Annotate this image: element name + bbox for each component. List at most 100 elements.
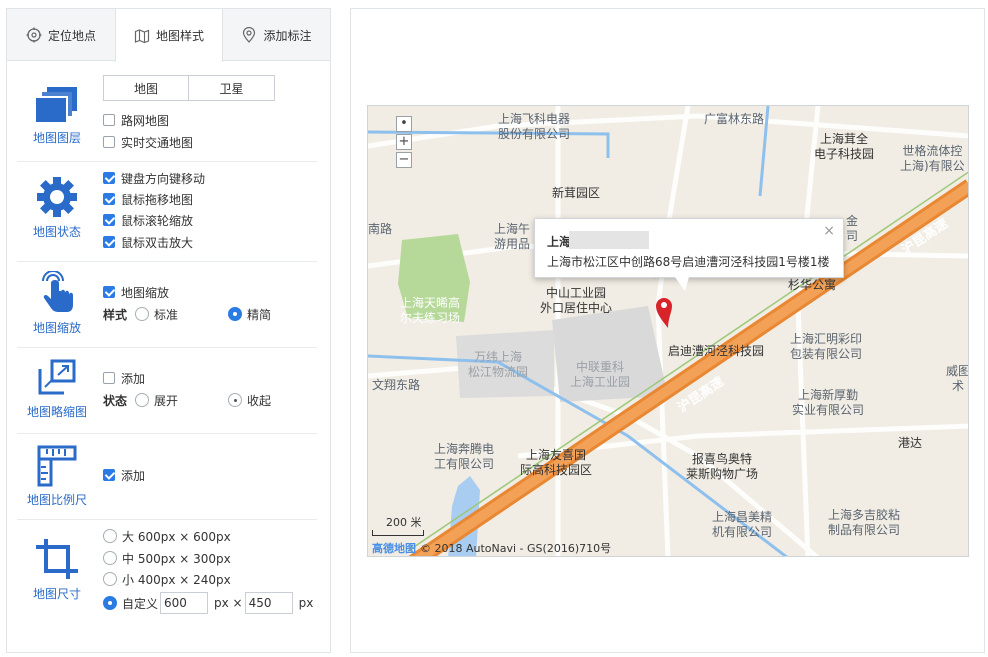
size-small-option[interactable]: 小 400px × 240px <box>103 570 231 588</box>
ruler-icon <box>37 445 77 487</box>
double-click-zoom-option[interactable]: 鼠标双击放大 <box>103 233 193 251</box>
size-custom-radio[interactable] <box>103 596 117 610</box>
wheel-zoom-option[interactable]: 鼠标滚轮缩放 <box>103 211 193 229</box>
size-section-icon: 地图尺寸 <box>21 537 93 602</box>
map-preview[interactable]: • + − 上海飞科电器 股份有限公司 广富林东路 上海茸全 电子科技园 世格流体控… <box>367 105 969 557</box>
divider <box>17 261 317 262</box>
wheel-zoom-checkbox[interactable] <box>103 214 115 226</box>
zoom-out-button[interactable]: − <box>396 152 412 168</box>
settings-panel: 定位地点 地图样式 添加标注 地图图层 地图 卫星 路网地图 实时交通地图 地图… <box>6 8 331 653</box>
tab-add-marker[interactable]: 添加标注 <box>223 9 330 61</box>
overview-add-checkbox[interactable] <box>103 372 115 384</box>
layer-section-icon: 地图图层 <box>21 85 93 146</box>
double-click-zoom-checkbox[interactable] <box>103 236 115 248</box>
option-label: 大 600px × 600px <box>122 529 231 544</box>
road-map-option[interactable]: 路网地图 <box>103 111 169 129</box>
option-label: 添加 <box>121 468 146 483</box>
road-name-label: 文翔东路 <box>372 378 421 392</box>
layer-section-label: 地图图层 <box>32 131 81 145</box>
poi-label: 港达 <box>898 436 923 450</box>
size-large-radio[interactable] <box>103 529 117 543</box>
size-medium-radio[interactable] <box>103 551 117 565</box>
poi-label: 上海午 游用品 <box>494 222 531 251</box>
crop-icon <box>36 539 78 579</box>
option-label: 鼠标滚轮缩放 <box>121 213 194 228</box>
poi-label: 上海飞科电器 股份有限公司 <box>498 112 571 141</box>
option-label: 自定义 <box>122 596 159 611</box>
divider <box>17 161 317 162</box>
keyboard-move-checkbox[interactable] <box>103 172 115 184</box>
satellite-layer-button[interactable]: 卫星 <box>189 75 275 101</box>
size-custom-option: 自定义 600 px × 450 px <box>103 591 313 615</box>
scale-add-checkbox[interactable] <box>103 469 115 481</box>
compact-style-radio[interactable] <box>228 307 243 321</box>
drag-map-option[interactable]: 鼠标拖移地图 <box>103 190 193 208</box>
overview-state-row: 状态 展开 收起 <box>103 391 271 409</box>
divider <box>17 519 317 520</box>
scale-section-label: 地图比例尺 <box>26 493 87 507</box>
size-large-option[interactable]: 大 600px × 600px <box>103 527 231 545</box>
option-label: 标准 <box>154 307 179 322</box>
collapse-radio[interactable] <box>228 393 243 407</box>
tab-label: 地图样式 <box>155 29 204 43</box>
overview-add-option[interactable]: 添加 <box>103 369 145 387</box>
map-layer-button[interactable]: 地图 <box>103 75 189 101</box>
info-title: 上海 <box>547 235 572 249</box>
poi-label: 杉华公寓 <box>788 278 837 292</box>
tab-locate[interactable]: 定位地点 <box>7 9 115 61</box>
option-label: 鼠标双击放大 <box>121 235 194 250</box>
option-label: 鼠标拖移地图 <box>121 192 194 207</box>
poi-label: 上海奔腾电 工有限公司 <box>434 442 495 471</box>
scale-text: 200 米 <box>386 516 422 529</box>
size-medium-option[interactable]: 中 500px × 300px <box>103 549 231 567</box>
expand-radio[interactable] <box>135 393 150 407</box>
tab-bar: 定位地点 地图样式 添加标注 <box>7 9 330 62</box>
drag-map-checkbox[interactable] <box>103 193 115 205</box>
tab-map-style[interactable]: 地图样式 <box>115 9 223 62</box>
road-name-label: 南路 <box>368 222 393 236</box>
layers-icon <box>36 87 77 122</box>
option-label: 实时交通地图 <box>121 135 194 150</box>
map-icon <box>134 28 150 43</box>
amap-logo: 高德地图 <box>372 542 416 555</box>
poi-label: 上海友喜国 际高科技园区 <box>520 448 593 477</box>
gear-icon <box>37 177 77 217</box>
size-small-radio[interactable] <box>103 572 117 586</box>
info-address: 上海市松江区中创路68号启迪漕河泾科技园1号楼1楼 <box>547 255 830 269</box>
map-zoom-checkbox[interactable] <box>103 286 115 298</box>
zoom-in-button[interactable]: + <box>396 134 412 150</box>
divider <box>17 433 317 434</box>
poi-label: 上海茸全 电子科技园 <box>814 132 875 161</box>
map-zoom-option[interactable]: 地图缩放 <box>103 283 169 301</box>
compass-button[interactable]: • <box>396 116 412 132</box>
poi-label: 上海多吉胶粘 制品有限公司 <box>828 508 901 537</box>
standard-style-radio[interactable] <box>135 307 150 321</box>
overview-section-icon: 地图略缩图 <box>21 359 93 420</box>
poi-label: 报喜鸟奥特 莱斯购物广场 <box>686 452 759 481</box>
road-map-checkbox[interactable] <box>103 114 115 126</box>
option-label: 键盘方向键移动 <box>121 171 206 186</box>
close-icon[interactable]: × <box>823 223 835 239</box>
keyboard-move-option[interactable]: 键盘方向键移动 <box>103 169 205 187</box>
layer-toggle: 地图 卫星 <box>103 75 275 101</box>
times-label: px × <box>214 596 243 610</box>
unit-label: px <box>298 596 314 610</box>
custom-height-input[interactable]: 450 <box>244 592 293 614</box>
tab-label: 定位地点 <box>47 28 96 43</box>
poi-label: 上海汇明彩印 包装有限公司 <box>790 332 863 361</box>
zoom-section-icon: 地图缩放 <box>21 271 93 336</box>
traffic-map-option[interactable]: 实时交通地图 <box>103 133 193 151</box>
custom-width-input[interactable]: 600 <box>160 592 209 614</box>
option-label: 收起 <box>247 393 272 408</box>
tab-label: 添加标注 <box>263 28 312 43</box>
traffic-map-checkbox[interactable] <box>103 136 115 148</box>
hand-pointer-icon <box>42 271 73 312</box>
scale-line <box>372 530 424 536</box>
option-label: 小 400px × 240px <box>122 572 231 587</box>
option-label: 地图缩放 <box>121 285 170 300</box>
redacted-text <box>569 231 649 249</box>
road-name-label: 广富林东路 <box>704 112 765 126</box>
zoom-section-label: 地图缩放 <box>32 321 81 335</box>
state-section-label: 地图状态 <box>32 225 81 239</box>
scale-add-option[interactable]: 添加 <box>103 466 145 484</box>
